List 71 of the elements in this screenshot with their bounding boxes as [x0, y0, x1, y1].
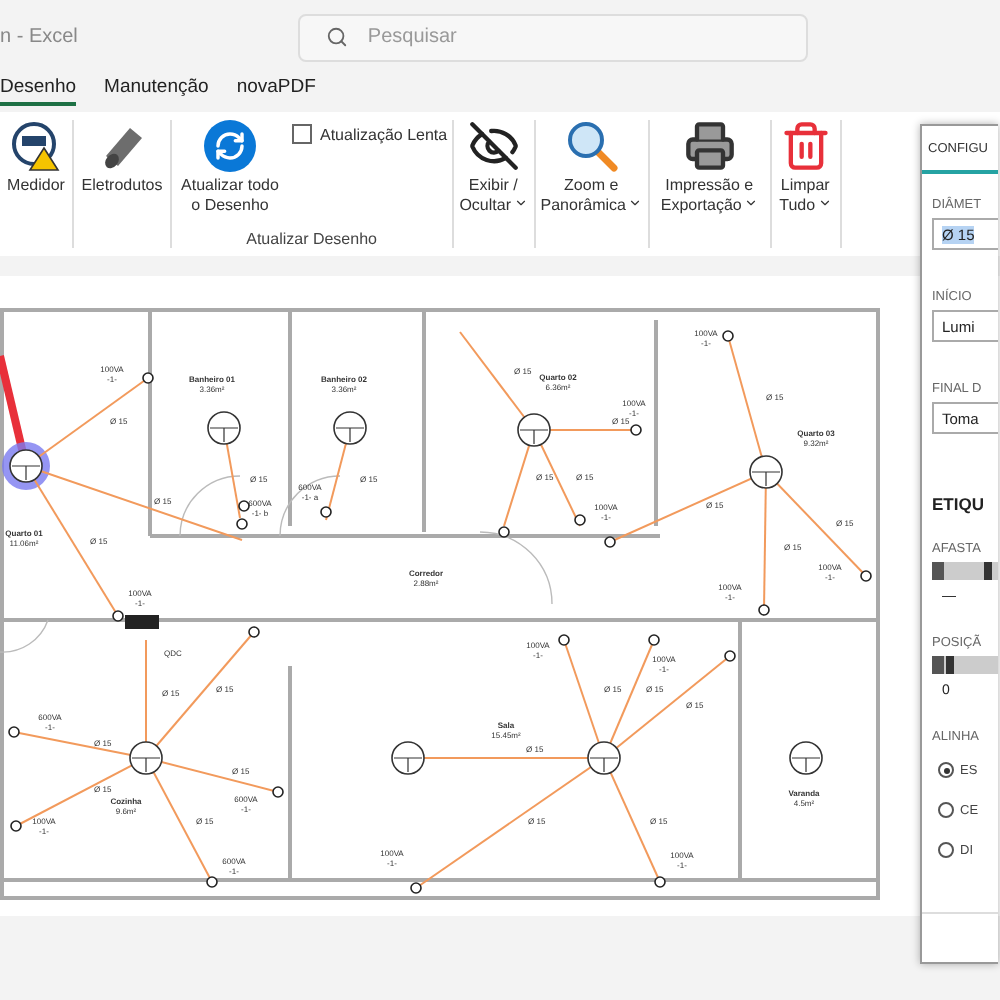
ribbon-tab[interactable]: Desenho [0, 76, 77, 106]
door-arc [0, 619, 49, 653]
outlet-symbol [410, 882, 422, 894]
slider-track[interactable] [932, 562, 998, 580]
luminaire-symbol [749, 455, 783, 489]
door-arc [279, 475, 341, 537]
slow-update-checkbox[interactable]: Atualização Lenta [292, 120, 448, 148]
outlet-symbol [272, 786, 284, 798]
ribbon-button[interactable]: Exibir / Ocultar [457, 120, 530, 248]
window-title: n - Excel [0, 26, 78, 48]
eye-off-icon [467, 120, 520, 172]
caret-icon [513, 196, 527, 210]
caret-icon [627, 196, 642, 210]
outlet-symbol [630, 424, 642, 436]
button-label: Atualizar todo o Desenho [179, 176, 281, 216]
button-label: Exibir / Ocultar [457, 176, 530, 216]
button-label: Medidor [7, 176, 65, 196]
ribbon-tab[interactable]: novaPDF [236, 76, 316, 106]
outlet-symbol [604, 536, 616, 548]
outlet-symbol [654, 876, 666, 888]
door-arc [179, 475, 241, 537]
luminaire-symbol [391, 741, 425, 775]
ribbon-button[interactable]: Eletrodutos [78, 120, 166, 248]
button-label: Impressão e Exportação [658, 176, 760, 216]
slider-track[interactable] [932, 656, 998, 674]
outlet-symbol [724, 650, 736, 662]
outlet-symbol [248, 626, 260, 638]
outlet-symbol [498, 526, 510, 538]
ribbon-button[interactable]: Atualizar todo o Desenho [176, 120, 284, 230]
luminaire-symbol [129, 741, 163, 775]
caret-icon [743, 196, 758, 210]
outlet-symbol [574, 514, 586, 526]
group-label: Atualizar Desenho [244, 230, 379, 248]
meter-icon [10, 120, 62, 172]
caret-icon [817, 196, 832, 210]
ribbon-button[interactable]: Impressão e Exportação [653, 120, 766, 248]
trash-icon [779, 120, 832, 172]
panel-board-symbol [125, 615, 159, 629]
ribbon-button[interactable]: Zoom e Panorâmica [539, 120, 644, 248]
ribbon-button[interactable]: Medidor [4, 120, 68, 248]
outlet-symbol [320, 506, 332, 518]
outlet-symbol [10, 820, 22, 832]
ribbon-tab[interactable]: Manutenção [104, 76, 209, 106]
printer-icon [683, 120, 736, 172]
luminaire-symbol [789, 741, 823, 775]
outlet-symbol [758, 604, 770, 616]
luminaire-symbol [9, 449, 43, 483]
outlet-symbol [860, 570, 872, 582]
search-field[interactable]: Pesquisar [297, 13, 808, 61]
ribbon-button[interactable]: Limpar Tudo [775, 120, 836, 248]
refresh-icon [204, 120, 256, 172]
button-label: Eletrodutos [81, 176, 163, 196]
slider-thumb[interactable] [946, 656, 955, 674]
luminaire-symbol [587, 741, 621, 775]
button-label: Limpar Tudo [777, 176, 834, 216]
outlet-symbol [112, 610, 124, 622]
outlet-symbol [648, 634, 660, 646]
outlet-symbol [142, 372, 154, 384]
section-title: ETIQU [932, 494, 986, 514]
luminaire-symbol [517, 413, 551, 447]
outlet-symbol [8, 726, 20, 738]
luminaire-symbol [333, 411, 367, 445]
outlet-symbol [722, 330, 734, 342]
magnifier-icon [565, 120, 618, 172]
button-label: Zoom e Panorâmica [539, 176, 644, 216]
slider-thumb[interactable] [984, 562, 993, 580]
outlet-symbol [558, 634, 570, 646]
luminaire-symbol [207, 411, 241, 445]
search-icon [325, 25, 348, 47]
outlet-symbol [206, 876, 218, 888]
door-arc [479, 531, 553, 605]
